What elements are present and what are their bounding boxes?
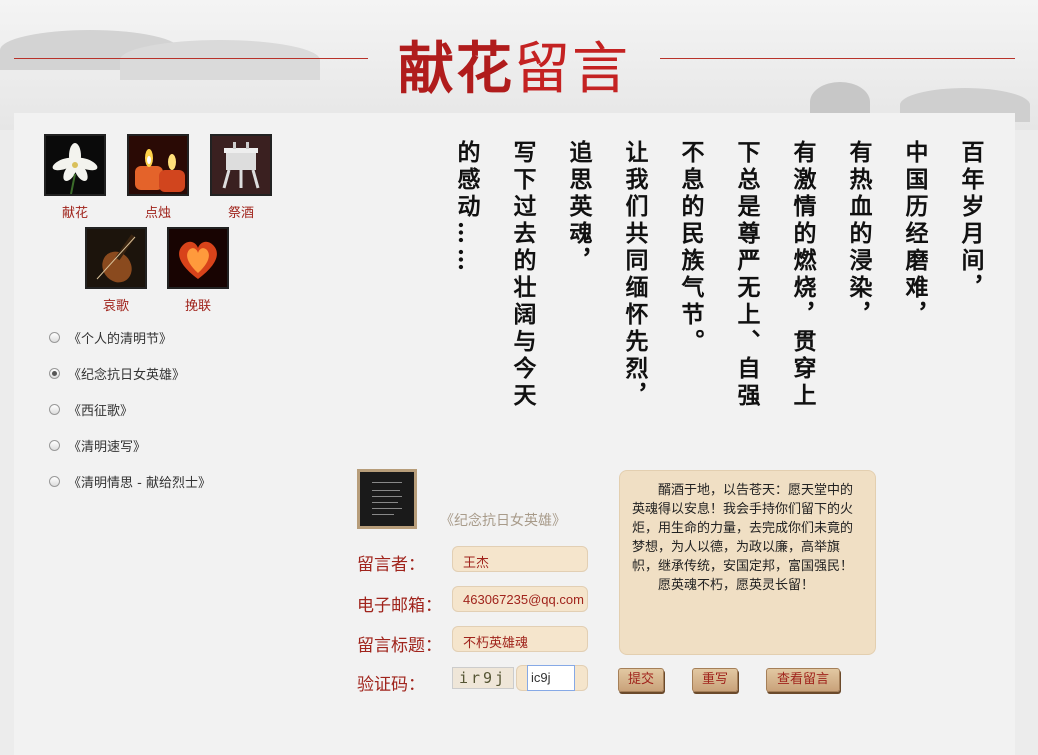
- song-label: 《西征歌》: [68, 404, 134, 419]
- name-input[interactable]: 王杰: [452, 546, 588, 572]
- title-part1: 献花: [398, 36, 514, 102]
- offering-elegy[interactable]: 哀歌: [76, 227, 156, 314]
- offering-flower[interactable]: 献花: [35, 134, 115, 221]
- offering-wine[interactable]: 祭酒: [201, 134, 281, 221]
- offering-label: 挽联: [184, 299, 211, 314]
- heart-candle-icon: [167, 227, 229, 289]
- radio-button[interactable]: [49, 440, 60, 451]
- background-mountain: [120, 40, 320, 80]
- offering-label: 点烛: [144, 206, 171, 221]
- view-messages-button[interactable]: 查看留言: [766, 668, 840, 692]
- subject-label: 留言标题：: [357, 636, 442, 656]
- poem-line: 有热血的浸染，: [845, 140, 872, 329]
- poem-line: 不息的民族气节。: [677, 140, 704, 356]
- offering-label: 祭酒: [227, 206, 254, 221]
- song-label: 《纪念抗日女英雄》: [68, 368, 186, 383]
- song-option[interactable]: 《清明情思 - 献给烈士》: [49, 472, 211, 491]
- radio-button[interactable]: [49, 332, 60, 343]
- offering-candle[interactable]: 点烛: [118, 134, 198, 221]
- poem-line: 下总是尊严无上、自强: [733, 140, 760, 410]
- poem-line: 中国历经磨难，: [901, 140, 928, 329]
- song-option[interactable]: 《清明速写》: [49, 436, 146, 455]
- title-part2: 留言: [514, 37, 630, 102]
- song-preview-thumbnail: [357, 469, 417, 529]
- poem-line: 的感动……: [453, 140, 480, 275]
- offering-label: 哀歌: [102, 299, 129, 314]
- name-label: 留言者：: [357, 555, 425, 575]
- violin-icon: [85, 227, 147, 289]
- captcha-image[interactable]: ir9j: [452, 667, 514, 689]
- radio-button[interactable]: [49, 404, 60, 415]
- offering-couplet[interactable]: 挽联: [158, 227, 238, 314]
- poem-line: 百年岁月间，: [957, 140, 984, 302]
- subject-input[interactable]: 不朽英雄魂: [452, 626, 588, 652]
- page-title: 献花留言: [398, 24, 630, 105]
- song-label: 《清明速写》: [68, 440, 147, 455]
- radio-button-selected[interactable]: [49, 368, 60, 379]
- selected-song-title: 《纪念抗日女英雄》: [440, 513, 566, 529]
- poem-line: 有激情的燃烧，贯穿上: [789, 140, 816, 410]
- song-option[interactable]: 《西征歌》: [49, 400, 133, 419]
- captcha-input[interactable]: ic9j: [527, 665, 575, 691]
- offering-label: 献花: [61, 206, 88, 221]
- poem-line: 让我们共同缅怀先烈，: [621, 140, 648, 410]
- captcha-label: 验证码：: [357, 675, 425, 695]
- header-line-left: [14, 58, 368, 59]
- song-option[interactable]: 《纪念抗日女英雄》: [49, 364, 185, 383]
- email-label: 电子邮箱：: [357, 596, 442, 616]
- message-paragraph: 醑酒于地，以告苍天：愿天堂中的英魂得以安息！我会手持你们留下的火炬，用生命的力量…: [632, 483, 854, 574]
- memorial-poem: 百年岁月间， 中国历经磨难， 有热血的浸染， 有激情的燃烧，贯穿上 下总是尊严无…: [453, 140, 998, 440]
- poem-line: 追思英魂，: [565, 140, 592, 275]
- candle-icon: [127, 134, 189, 196]
- submit-button[interactable]: 提交: [618, 668, 664, 692]
- song-label: 《清明情思 - 献给烈士》: [68, 476, 211, 491]
- lily-flower-icon: [44, 134, 106, 196]
- wine-vessel-icon: [210, 134, 272, 196]
- poem-line: 写下过去的壮阔与今天: [509, 140, 536, 410]
- header-line-right: [660, 58, 1015, 59]
- song-label: 《个人的清明节》: [68, 332, 173, 347]
- radio-button[interactable]: [49, 476, 60, 487]
- message-textarea[interactable]: 醑酒于地，以告苍天：愿天堂中的英魂得以安息！我会手持你们留下的火炬，用生命的力量…: [619, 470, 876, 655]
- song-option[interactable]: 《个人的清明节》: [49, 328, 172, 347]
- message-paragraph: 愿英魂不朽，愿英灵长留！: [658, 578, 815, 593]
- email-input[interactable]: 463067235@qq.com: [452, 586, 588, 612]
- reset-button[interactable]: 重写: [692, 668, 738, 692]
